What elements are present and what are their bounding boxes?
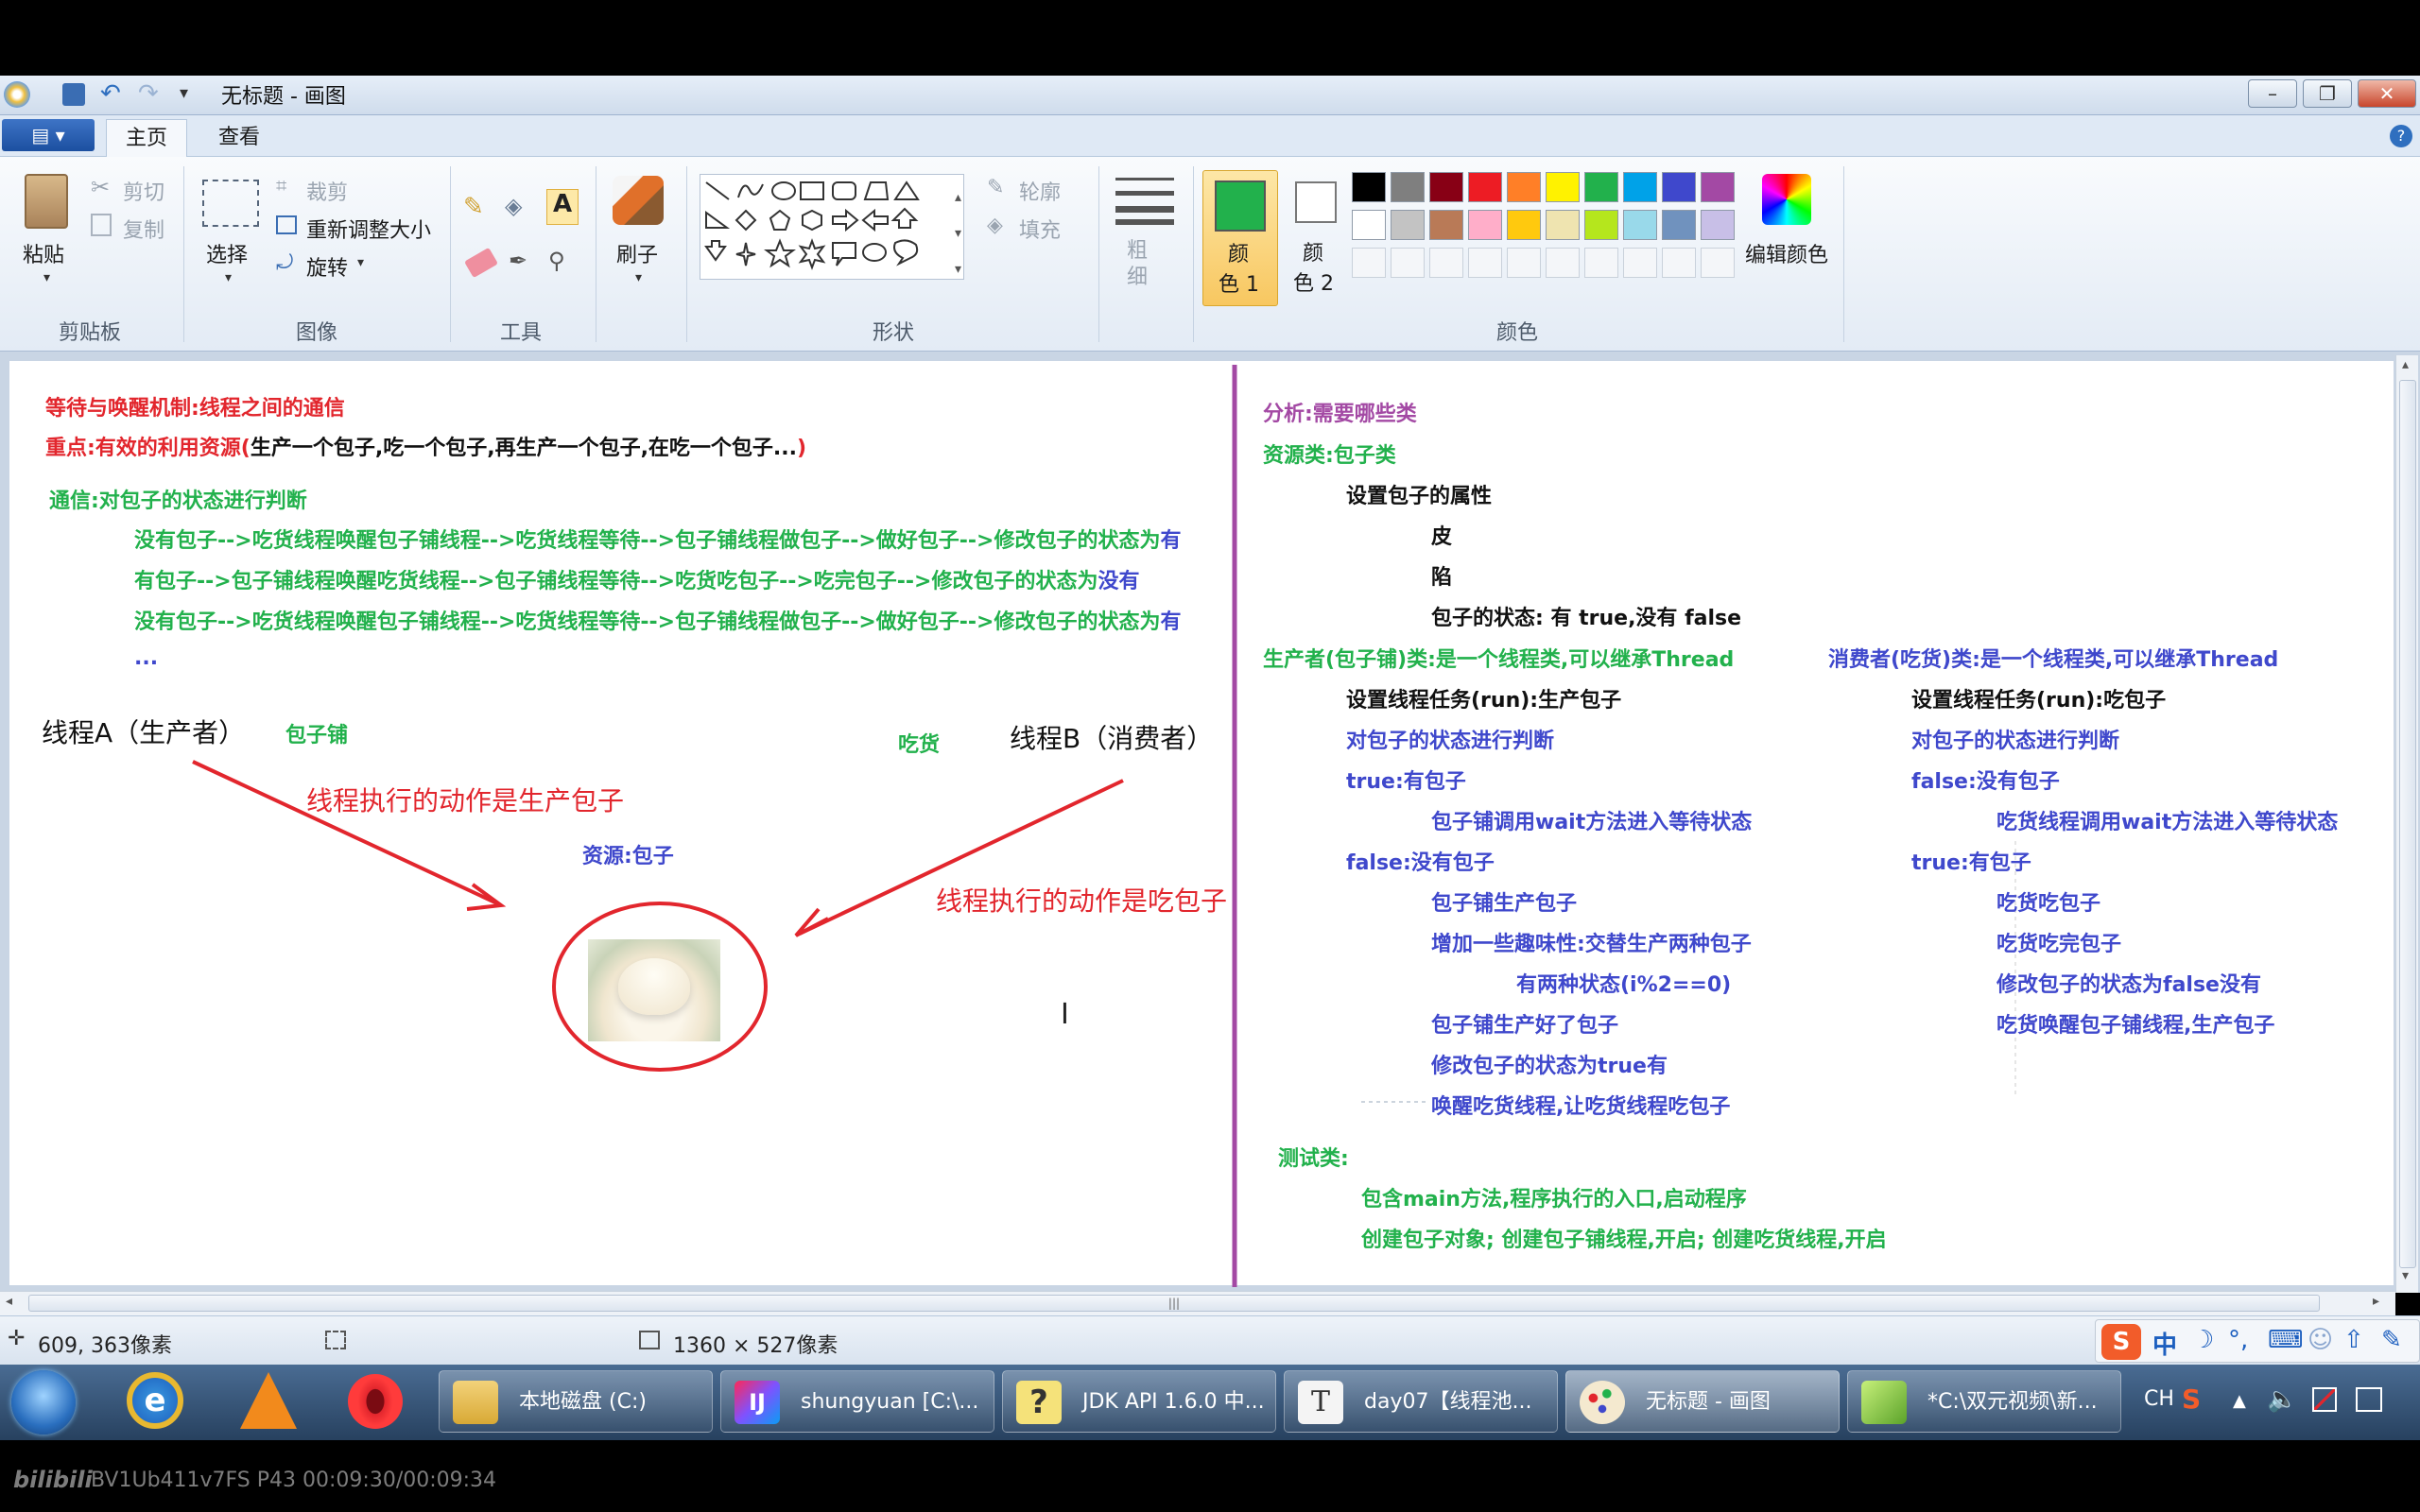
taskbar-item-label: *C:\双元视频\新...	[1927, 1390, 2098, 1414]
taskbar-item-label: day07【线程池...	[1364, 1390, 1532, 1414]
ime-tools-icon[interactable]: ✎	[2381, 1326, 2402, 1354]
status-bar	[0, 1315, 2420, 1365]
ime-user-icon[interactable]: ☺	[2308, 1326, 2333, 1354]
taskbar-item-label: shungyuan [C:\...	[801, 1390, 979, 1414]
taskbar-item-label: 无标题 - 画图	[1646, 1390, 1771, 1414]
taskbar-item-intellij[interactable]: IJ shungyuan [C:\...	[720, 1370, 994, 1433]
canvas-text: 设置线程任务(run):生产包子	[1346, 689, 1622, 713]
taskbar-item-label: 本地磁盘 (C:)	[519, 1390, 647, 1414]
canvas-text: 对包子的状态进行判断	[1346, 730, 1555, 753]
ime-skin-icon[interactable]: ⇧	[2343, 1326, 2364, 1354]
canvas-text: 资源类:包子类	[1263, 444, 1396, 468]
volume-icon[interactable]: 🔈	[2267, 1385, 2297, 1414]
ie-icon[interactable]: e	[127, 1372, 183, 1429]
tray-expand-icon[interactable]: ▲	[2233, 1391, 2246, 1411]
canvas-text: false:没有包子	[1346, 851, 1495, 875]
canvas-text: 增加一些趣味性:交替生产两种包子	[1431, 933, 1752, 956]
canvas-text: 包子铺生产包子	[1431, 892, 1578, 916]
cursor-position-icon: ✛	[8, 1327, 26, 1350]
steamed-bun-image	[588, 939, 720, 1041]
canvas-text: 设置线程任务(run):吃包子	[1911, 689, 2167, 713]
show-desktop-icon[interactable]	[2356, 1387, 2382, 1412]
arrow-head-b	[794, 907, 829, 937]
taskbar-item-typora[interactable]: Tday07【线程池...	[1284, 1370, 1558, 1433]
network-icon[interactable]	[2312, 1387, 2337, 1412]
taskbar-item-explorer[interactable]: 本地磁盘 (C:)	[439, 1370, 713, 1433]
folder-icon	[453, 1381, 498, 1424]
sogou-tray-icon[interactable]: S	[2182, 1383, 2201, 1415]
canvas-text: 包子铺调用wait方法进入等待状态	[1431, 811, 1753, 834]
canvas-arrows	[192, 365, 2016, 1287]
language-indicator[interactable]: CH	[2144, 1387, 2174, 1411]
canvas-text: 修改包子的状态为false没有	[1996, 973, 2261, 997]
canvas-text: true:有包子	[1346, 770, 1466, 794]
canvas-text: 测试类:	[1278, 1147, 1349, 1171]
ime-keyboard-icon[interactable]: ⌨	[2268, 1326, 2304, 1354]
canvas-text: 陷	[1431, 566, 1453, 590]
canvas-text: 设置包子的属性	[1346, 485, 1493, 508]
image-size-icon	[639, 1331, 660, 1349]
canvas-text: 对包子的状态进行判断	[1911, 730, 2120, 753]
cursor-position: 609, 363像素	[38, 1334, 172, 1358]
ime-punct-icon[interactable]: °,	[2228, 1326, 2248, 1354]
canvas-text: 有两种状态(i%2==0)	[1516, 973, 1732, 997]
help-file-icon: ?	[1016, 1381, 1062, 1424]
opera-icon[interactable]	[348, 1374, 403, 1429]
selection-size-icon	[325, 1331, 346, 1349]
typora-icon: T	[1298, 1381, 1343, 1424]
canvas-text: 皮	[1431, 525, 1453, 549]
image-size: 1360 × 527像素	[673, 1334, 838, 1358]
video-watermark: BV1Ub411v7FS P43 00:09:30/00:09:34	[91, 1469, 497, 1492]
intellij-icon: IJ	[735, 1381, 780, 1424]
sogou-icon[interactable]: S	[2101, 1324, 2141, 1360]
taskbar-item-jdk-api[interactable]: ? JDK API 1.6.0 中...	[1002, 1370, 1276, 1433]
ime-chinese-icon[interactable]: 中	[2152, 1326, 2177, 1361]
canvas-text: 包含main方法,程序执行的入口,启动程序	[1361, 1188, 1747, 1211]
taskbar-item-paint[interactable]: 无标题 - 画图	[1565, 1370, 1840, 1433]
canvas-text: 吃货线程调用wait方法进入等待状态	[1996, 811, 2339, 834]
canvas-text: 唤醒吃货线程,让吃货线程吃包子	[1431, 1095, 1731, 1119]
canvas-text: 吃货唤醒包子铺线程,生产包子	[1996, 1014, 2275, 1038]
bun-top	[618, 958, 690, 1015]
canvas-text: 分析:需要哪些类	[1263, 403, 1417, 426]
canvas-text: 修改包子的状态为true有	[1431, 1055, 1668, 1078]
canvas-text: 吃货吃包子	[1996, 892, 2101, 916]
canvas-text: 生产者(包子铺)类:是一个线程类,可以继承Thread	[1263, 648, 1735, 672]
canvas-text: 包子铺生产好了包子	[1431, 1014, 1619, 1038]
notepad-plus-icon	[1861, 1381, 1907, 1424]
canvas-text: 包子的状态: 有 true,没有 false	[1431, 607, 1742, 630]
ime-toolbar[interactable]: S 中 ☽ °, ⌨ ☺ ⇧ ✎	[2095, 1319, 2420, 1363]
ime-moon-icon[interactable]: ☽	[2192, 1326, 2214, 1354]
canvas-text: 吃货吃完包子	[1996, 933, 2122, 956]
canvas-text: true:有包子	[1911, 851, 2031, 875]
text-cursor-icon: I	[1061, 998, 1069, 1031]
canvas-text: 消费者(吃货)类:是一个线程类,可以继承Thread	[1828, 648, 2279, 672]
start-button[interactable]	[11, 1370, 76, 1435]
canvas-text: false:没有包子	[1911, 770, 2060, 794]
vlc-icon[interactable]	[240, 1372, 297, 1429]
arrow-line-b	[799, 779, 1124, 936]
bilibili-logo: bilibili	[13, 1467, 93, 1493]
taskbar-item-notepadpp[interactable]: *C:\双元视频\新...	[1847, 1370, 2121, 1433]
paint-icon	[1580, 1381, 1625, 1424]
taskbar-item-label: JDK API 1.6.0 中...	[1082, 1390, 1265, 1414]
canvas-text: 创建包子对象; 创建包子铺线程,开启; 创建吃货线程,开启	[1361, 1228, 1887, 1252]
arrow-line-a	[192, 760, 498, 905]
